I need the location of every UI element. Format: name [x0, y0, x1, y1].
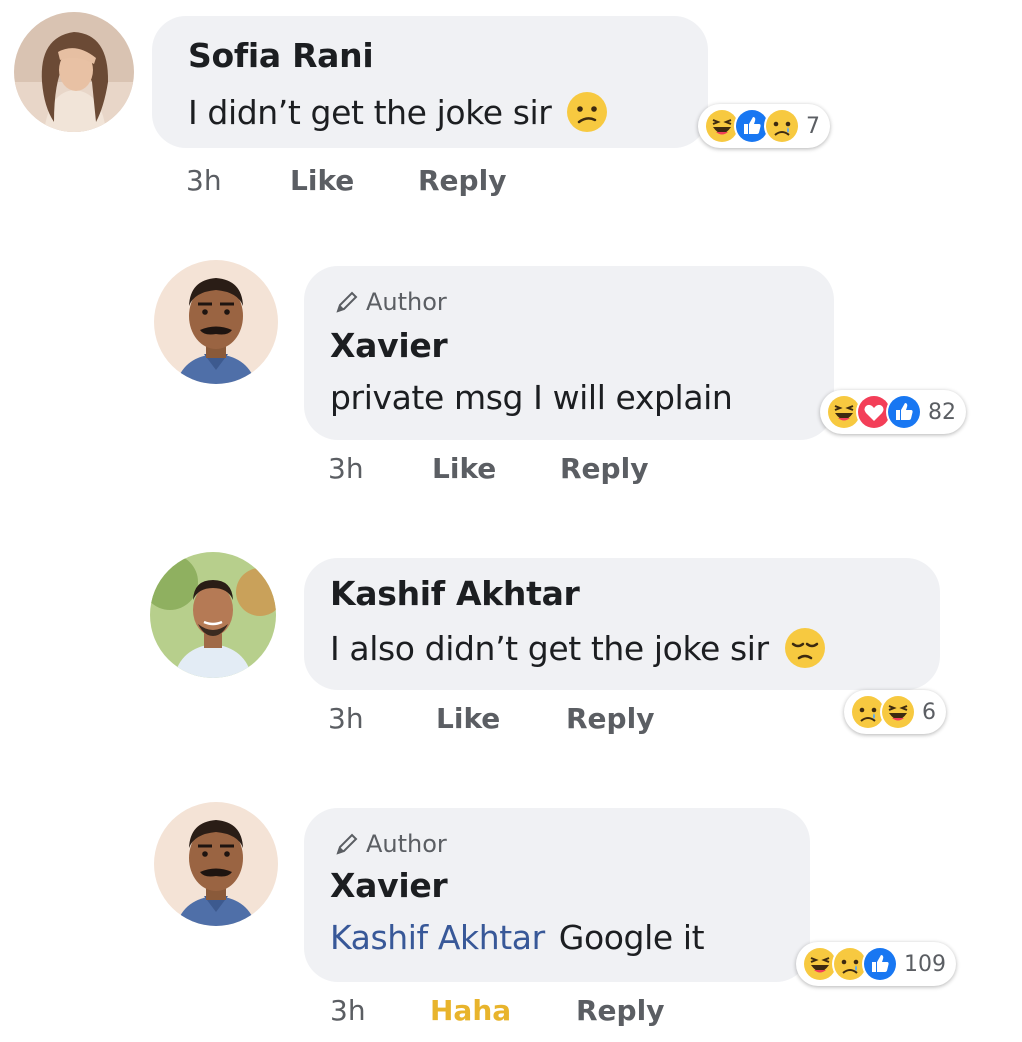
comment-text: I didn’t get the joke sir: [188, 90, 609, 134]
timestamp[interactable]: 3h: [186, 164, 222, 197]
reaction-count: 6: [922, 699, 936, 725]
reaction-count: 82: [928, 399, 956, 425]
like-button[interactable]: Like: [436, 702, 500, 735]
comment-text-content: private msg I will explain: [330, 378, 733, 417]
haha-button[interactable]: Haha: [430, 994, 511, 1027]
comment-text-content: I didn’t get the joke sir: [188, 92, 552, 132]
comment-text-content: Google it: [558, 918, 705, 957]
timestamp[interactable]: 3h: [328, 452, 364, 485]
reaction-summary[interactable]: 6: [844, 690, 946, 734]
haha-reaction-icon: [880, 694, 916, 730]
comment-text-content: I also didn’t get the joke sir: [330, 628, 769, 668]
sad-reaction-icon: [764, 108, 800, 144]
pencil-icon: [336, 833, 358, 855]
commenter-name[interactable]: Xavier: [330, 866, 448, 905]
timestamp[interactable]: 3h: [328, 702, 364, 735]
comment-text: Kashif Akhtar Google it: [330, 918, 705, 957]
like-button[interactable]: Like: [432, 452, 496, 485]
commenter-name[interactable]: Kashif Akhtar: [330, 574, 580, 613]
timestamp[interactable]: 3h: [330, 994, 366, 1027]
avatar[interactable]: [154, 260, 278, 384]
reaction-summary[interactable]: 109: [796, 942, 956, 986]
reply-button[interactable]: Reply: [566, 702, 654, 735]
reaction-summary[interactable]: 7: [698, 104, 830, 148]
reaction-count: 109: [904, 951, 946, 977]
reaction-count: 7: [806, 113, 820, 139]
confused-emoji-icon: [567, 92, 608, 132]
pencil-icon: [336, 291, 358, 313]
like-button[interactable]: Like: [290, 164, 354, 197]
commenter-name[interactable]: Xavier: [330, 326, 448, 365]
avatar[interactable]: [154, 802, 278, 926]
like-reaction-icon: [862, 946, 898, 982]
author-badge: Author: [334, 288, 447, 316]
reaction-summary[interactable]: 82: [820, 390, 966, 434]
pensive-emoji-icon: [784, 628, 825, 668]
avatar[interactable]: [150, 552, 276, 678]
author-label: Author: [366, 830, 447, 858]
avatar[interactable]: [14, 12, 134, 132]
reply-button[interactable]: Reply: [418, 164, 506, 197]
like-reaction-icon: [886, 394, 922, 430]
author-badge: Author: [334, 830, 447, 858]
comment-text: private msg I will explain: [330, 378, 733, 417]
reply-button[interactable]: Reply: [560, 452, 648, 485]
comment-text: I also didn’t get the joke sir: [330, 626, 827, 670]
author-label: Author: [366, 288, 447, 316]
commenter-name[interactable]: Sofia Rani: [188, 36, 374, 75]
mention-link[interactable]: Kashif Akhtar: [330, 918, 545, 957]
reply-button[interactable]: Reply: [576, 994, 664, 1027]
